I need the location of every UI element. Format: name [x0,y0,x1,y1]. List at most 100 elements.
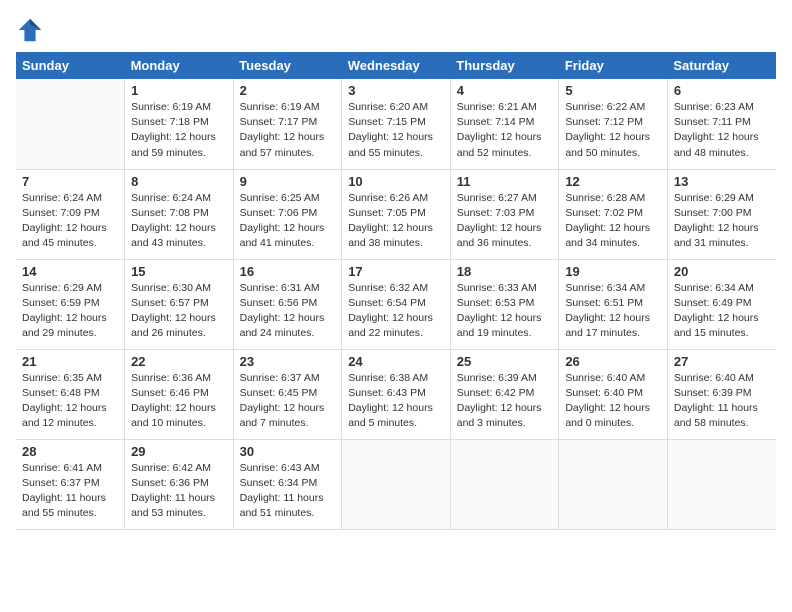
cell-info: Sunrise: 6:42 AM Sunset: 6:36 PM Dayligh… [131,461,227,522]
day-number: 24 [348,354,444,369]
col-header-saturday: Saturday [667,52,776,79]
logo-icon [16,16,44,44]
cell-info: Sunrise: 6:37 AM Sunset: 6:45 PM Dayligh… [240,371,336,432]
day-number: 23 [240,354,336,369]
calendar-cell [559,439,668,529]
calendar-cell [450,439,559,529]
week-row-4: 21 Sunrise: 6:35 AM Sunset: 6:48 PM Dayli… [16,349,776,439]
day-number: 25 [457,354,553,369]
calendar-cell: 25 Sunrise: 6:39 AM Sunset: 6:42 PM Dayli… [450,349,559,439]
calendar-cell: 23 Sunrise: 6:37 AM Sunset: 6:45 PM Dayli… [233,349,342,439]
week-row-2: 7 Sunrise: 6:24 AM Sunset: 7:09 PM Daylig… [16,169,776,259]
calendar-cell: 29 Sunrise: 6:42 AM Sunset: 6:36 PM Dayli… [125,439,234,529]
day-number: 6 [674,83,770,98]
cell-info: Sunrise: 6:25 AM Sunset: 7:06 PM Dayligh… [240,191,336,252]
calendar-cell: 13 Sunrise: 6:29 AM Sunset: 7:00 PM Dayli… [667,169,776,259]
calendar-cell: 21 Sunrise: 6:35 AM Sunset: 6:48 PM Dayli… [16,349,125,439]
cell-info: Sunrise: 6:35 AM Sunset: 6:48 PM Dayligh… [22,371,118,432]
cell-info: Sunrise: 6:43 AM Sunset: 6:34 PM Dayligh… [240,461,336,522]
cell-info: Sunrise: 6:24 AM Sunset: 7:08 PM Dayligh… [131,191,227,252]
cell-info: Sunrise: 6:28 AM Sunset: 7:02 PM Dayligh… [565,191,661,252]
day-number: 7 [22,174,118,189]
cell-info: Sunrise: 6:34 AM Sunset: 6:51 PM Dayligh… [565,281,661,342]
week-row-5: 28Sunrise: 6:41 AM Sunset: 6:37 PM Dayli… [16,439,776,529]
cell-info: Sunrise: 6:29 AM Sunset: 7:00 PM Dayligh… [674,191,770,252]
cell-info: Sunrise: 6:20 AM Sunset: 7:15 PM Dayligh… [348,100,444,161]
col-header-tuesday: Tuesday [233,52,342,79]
calendar-cell: 20Sunrise: 6:34 AM Sunset: 6:49 PM Dayli… [667,259,776,349]
calendar-cell: 15 Sunrise: 6:30 AM Sunset: 6:57 PM Dayli… [125,259,234,349]
calendar-cell: 5Sunrise: 6:22 AM Sunset: 7:12 PM Daylig… [559,79,668,169]
calendar-cell: 10 Sunrise: 6:26 AM Sunset: 7:05 PM Dayli… [342,169,451,259]
day-number: 3 [348,83,444,98]
cell-info: Sunrise: 6:41 AM Sunset: 6:37 PM Dayligh… [22,461,118,522]
col-header-sunday: Sunday [16,52,125,79]
calendar-cell: 24 Sunrise: 6:38 AM Sunset: 6:43 PM Dayli… [342,349,451,439]
logo [16,16,48,44]
calendar-table: SundayMondayTuesdayWednesdayThursdayFrid… [16,52,776,530]
day-number: 30 [240,444,336,459]
cell-info: Sunrise: 6:29 AM Sunset: 6:59 PM Dayligh… [22,281,118,342]
calendar-cell [16,79,125,169]
page-header [16,16,776,44]
week-row-3: 14 Sunrise: 6:29 AM Sunset: 6:59 PM Dayli… [16,259,776,349]
cell-info: Sunrise: 6:19 AM Sunset: 7:17 PM Dayligh… [240,100,336,161]
cell-info: Sunrise: 6:23 AM Sunset: 7:11 PM Dayligh… [674,100,770,161]
calendar-cell: 19Sunrise: 6:34 AM Sunset: 6:51 PM Dayli… [559,259,668,349]
calendar-cell: 18Sunrise: 6:33 AM Sunset: 6:53 PM Dayli… [450,259,559,349]
day-number: 14 [22,264,118,279]
cell-info: Sunrise: 6:39 AM Sunset: 6:42 PM Dayligh… [457,371,553,432]
day-number: 21 [22,354,118,369]
calendar-cell: 7 Sunrise: 6:24 AM Sunset: 7:09 PM Daylig… [16,169,125,259]
calendar-cell: 9Sunrise: 6:25 AM Sunset: 7:06 PM Daylig… [233,169,342,259]
col-header-monday: Monday [125,52,234,79]
cell-info: Sunrise: 6:19 AM Sunset: 7:18 PM Dayligh… [131,100,227,161]
day-number: 27 [674,354,770,369]
col-header-wednesday: Wednesday [342,52,451,79]
cell-info: Sunrise: 6:24 AM Sunset: 7:09 PM Dayligh… [22,191,118,252]
day-number: 26 [565,354,661,369]
cell-info: Sunrise: 6:38 AM Sunset: 6:43 PM Dayligh… [348,371,444,432]
calendar-cell: 30 Sunrise: 6:43 AM Sunset: 6:34 PM Dayli… [233,439,342,529]
day-number: 5 [565,83,661,98]
calendar-cell: 8 Sunrise: 6:24 AM Sunset: 7:08 PM Daylig… [125,169,234,259]
day-number: 1 [131,83,227,98]
cell-info: Sunrise: 6:32 AM Sunset: 6:54 PM Dayligh… [348,281,444,342]
calendar-cell: 11 Sunrise: 6:27 AM Sunset: 7:03 PM Dayli… [450,169,559,259]
day-number: 20 [674,264,770,279]
cell-info: Sunrise: 6:33 AM Sunset: 6:53 PM Dayligh… [457,281,553,342]
calendar-cell [342,439,451,529]
cell-info: Sunrise: 6:27 AM Sunset: 7:03 PM Dayligh… [457,191,553,252]
cell-info: Sunrise: 6:21 AM Sunset: 7:14 PM Dayligh… [457,100,553,161]
day-number: 17 [348,264,444,279]
calendar-cell: 12 Sunrise: 6:28 AM Sunset: 7:02 PM Dayli… [559,169,668,259]
calendar-cell: 3 Sunrise: 6:20 AM Sunset: 7:15 PM Daylig… [342,79,451,169]
col-header-friday: Friday [559,52,668,79]
day-number: 12 [565,174,661,189]
day-number: 2 [240,83,336,98]
day-number: 13 [674,174,770,189]
calendar-cell: 28Sunrise: 6:41 AM Sunset: 6:37 PM Dayli… [16,439,125,529]
calendar-cell [667,439,776,529]
week-row-1: 1 Sunrise: 6:19 AM Sunset: 7:18 PM Daylig… [16,79,776,169]
cell-info: Sunrise: 6:40 AM Sunset: 6:40 PM Dayligh… [565,371,661,432]
calendar-cell: 2 Sunrise: 6:19 AM Sunset: 7:17 PM Daylig… [233,79,342,169]
cell-info: Sunrise: 6:30 AM Sunset: 6:57 PM Dayligh… [131,281,227,342]
calendar-cell: 14 Sunrise: 6:29 AM Sunset: 6:59 PM Dayli… [16,259,125,349]
day-number: 8 [131,174,227,189]
calendar-cell: 6 Sunrise: 6:23 AM Sunset: 7:11 PM Daylig… [667,79,776,169]
calendar-cell: 27 Sunrise: 6:40 AM Sunset: 6:39 PM Dayli… [667,349,776,439]
day-number: 29 [131,444,227,459]
day-number: 22 [131,354,227,369]
day-number: 11 [457,174,553,189]
calendar-cell: 4Sunrise: 6:21 AM Sunset: 7:14 PM Daylig… [450,79,559,169]
col-header-thursday: Thursday [450,52,559,79]
calendar-cell: 26 Sunrise: 6:40 AM Sunset: 6:40 PM Dayli… [559,349,668,439]
day-number: 10 [348,174,444,189]
day-number: 15 [131,264,227,279]
calendar-cell: 22 Sunrise: 6:36 AM Sunset: 6:46 PM Dayli… [125,349,234,439]
cell-info: Sunrise: 6:31 AM Sunset: 6:56 PM Dayligh… [240,281,336,342]
cell-info: Sunrise: 6:40 AM Sunset: 6:39 PM Dayligh… [674,371,770,432]
cell-info: Sunrise: 6:36 AM Sunset: 6:46 PM Dayligh… [131,371,227,432]
cell-info: Sunrise: 6:26 AM Sunset: 7:05 PM Dayligh… [348,191,444,252]
